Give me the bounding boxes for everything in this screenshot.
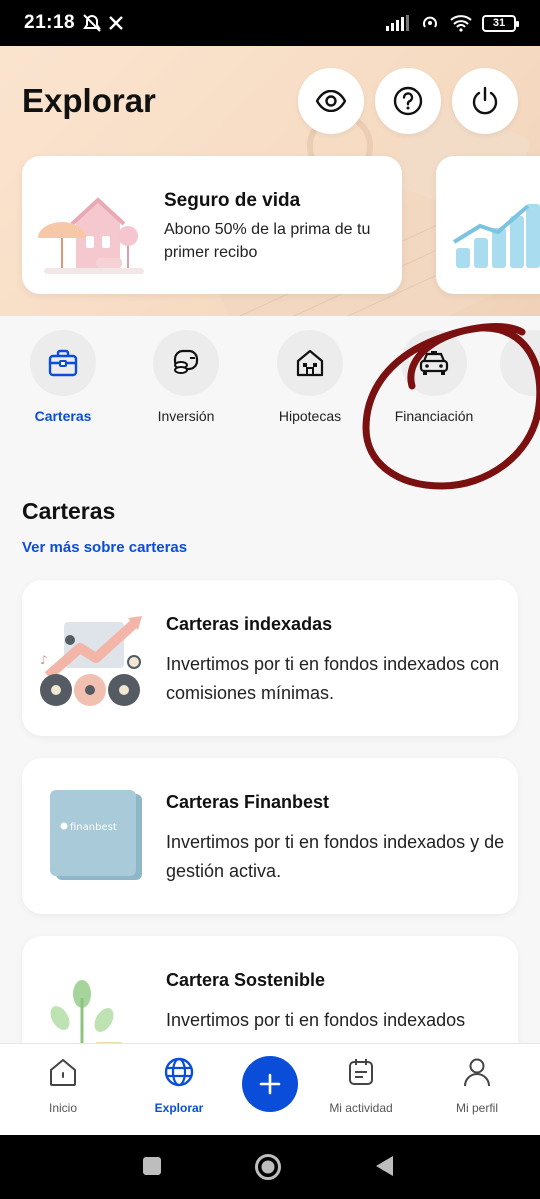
eye-icon (316, 90, 346, 112)
nav-explorar[interactable]: Explorar (129, 1056, 229, 1115)
signal-icon (386, 15, 409, 31)
category-financiacion[interactable]: Financiación (374, 330, 494, 424)
house-icon (296, 349, 324, 377)
finanbest-book-illustration: finanbest (50, 790, 142, 880)
x-app-icon (109, 16, 123, 30)
category-carteras[interactable]: Carteras (3, 330, 123, 424)
nav-inicio[interactable]: Inicio (13, 1056, 113, 1115)
toggle-visibility-button[interactable] (298, 68, 364, 134)
svg-text:♪: ♪ (40, 653, 48, 667)
plus-icon (259, 1073, 281, 1095)
finanbest-logo: finanbest (70, 822, 117, 833)
status-bar: 21:18 31 (0, 0, 540, 46)
product-description: Invertimos por ti en fondos indexados co… (166, 654, 500, 703)
logout-button[interactable] (452, 68, 518, 134)
category-label: Carteras (34, 408, 92, 424)
recents-icon[interactable] (141, 1155, 163, 1177)
category-scroller[interactable]: Carteras Inversión Hipotecas Financiació… (0, 330, 540, 440)
indexed-portfolio-illustration: ♪ (40, 616, 142, 706)
see-more-carteras-link[interactable]: Ver más sobre carteras (22, 539, 187, 556)
product-description: Invertimos por ti en fondos indexados (166, 1010, 466, 1030)
user-icon (464, 1058, 490, 1087)
calendar-icon (349, 1059, 373, 1085)
system-navigation-bar (0, 1135, 540, 1199)
back-icon[interactable] (373, 1154, 395, 1178)
nav-label: Mi actividad (329, 1101, 393, 1115)
category-inversion[interactable]: Inversión (126, 330, 246, 424)
home-system-icon[interactable] (254, 1153, 282, 1181)
category-label: Financiación (394, 408, 474, 424)
add-button[interactable] (242, 1056, 298, 1112)
battery-indicator: 31 (482, 14, 519, 32)
wifi-icon (450, 15, 472, 32)
nav-mi-actividad[interactable]: Mi actividad (311, 1056, 411, 1115)
mute-icon (83, 14, 101, 32)
home-icon (50, 1059, 76, 1086)
hotspot-icon (423, 16, 437, 28)
nav-label: Inicio (48, 1101, 77, 1115)
page-title: Explorar (22, 82, 156, 119)
investment-icon (173, 349, 199, 374)
promo-description: Abono 50% de la prima de tu primer recib… (164, 221, 371, 261)
help-icon (393, 86, 423, 116)
globe-icon (164, 1057, 194, 1087)
product-card-carteras-indexadas[interactable]: ♪ Carteras indexadas Invertimos por ti e… (22, 580, 518, 736)
category-label: Hipotecas (278, 408, 342, 424)
power-icon (472, 86, 498, 115)
promo-card-next[interactable] (436, 156, 540, 294)
product-title: Carteras indexadas (166, 614, 333, 634)
promo-card-life-insurance[interactable]: Seguro de vida Abono 50% de la prima de … (22, 156, 402, 294)
category-hipotecas[interactable]: Hipotecas (250, 330, 370, 424)
product-title: Cartera Sostenible (166, 970, 326, 990)
nav-label: Explorar (154, 1101, 204, 1115)
house-umbrella-illustration (38, 197, 144, 274)
bottom-navigation: Inicio Explorar Mi actividad Mi perfil (0, 1043, 540, 1135)
nav-label: Mi perfil (455, 1101, 498, 1115)
nav-mi-perfil[interactable]: Mi perfil (427, 1056, 527, 1115)
product-description: Invertimos por ti en fondos indexados y … (166, 832, 505, 881)
category-next-partial[interactable] (500, 330, 540, 396)
category-label: Inversión (157, 408, 215, 424)
hero-banner: Explorar Seguro de vida Abono 50% de la … (0, 46, 540, 316)
status-time: 21:18 (24, 12, 76, 33)
product-card-carteras-finanbest[interactable]: finanbest Carteras Finanbest Invertimos … (22, 758, 518, 914)
car-icon (419, 351, 449, 375)
promo-title: Seguro de vida (164, 190, 301, 211)
briefcase-icon (48, 349, 78, 377)
coins-growth-illustration (452, 204, 540, 268)
help-button[interactable] (375, 68, 441, 134)
product-title: Carteras Finanbest (166, 792, 330, 812)
section-title: Carteras (22, 498, 116, 524)
